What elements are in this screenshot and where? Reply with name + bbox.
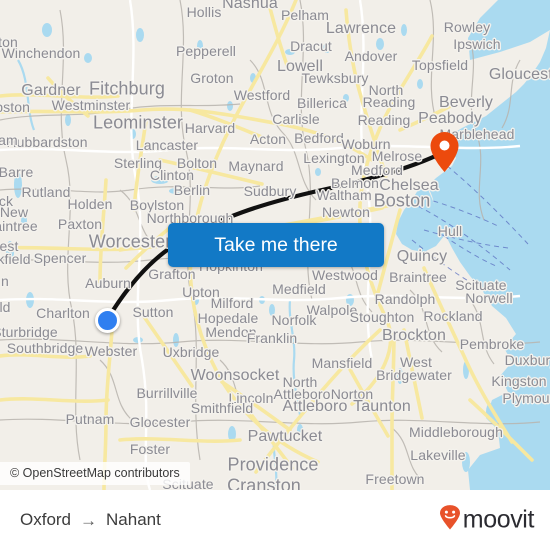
origin-marker-oxford[interactable] [95, 308, 120, 333]
origin-label: Oxford [20, 510, 72, 529]
moovit-pin-icon [439, 505, 461, 536]
map-screenshot: Nashua Hollis Pelham Lawrence Rowley Ipswich P… [0, 0, 550, 550]
map-canvas[interactable]: Nashua Hollis Pelham Lawrence Rowley Ipswich P… [0, 0, 550, 490]
destination-marker-nahant[interactable] [429, 131, 460, 173]
destination-label: Nahant [106, 510, 161, 529]
footer-bar: Oxford → Nahant moovit [0, 490, 550, 550]
osm-attribution[interactable]: © OpenStreetMap contributors [0, 462, 190, 485]
take-me-there-button[interactable]: Take me there [168, 223, 384, 267]
arrow-right-icon: → [80, 510, 98, 530]
route-summary: Oxford → Nahant [20, 510, 161, 530]
moovit-logo[interactable]: moovit [439, 505, 534, 536]
moovit-wordmark: moovit [462, 505, 535, 534]
